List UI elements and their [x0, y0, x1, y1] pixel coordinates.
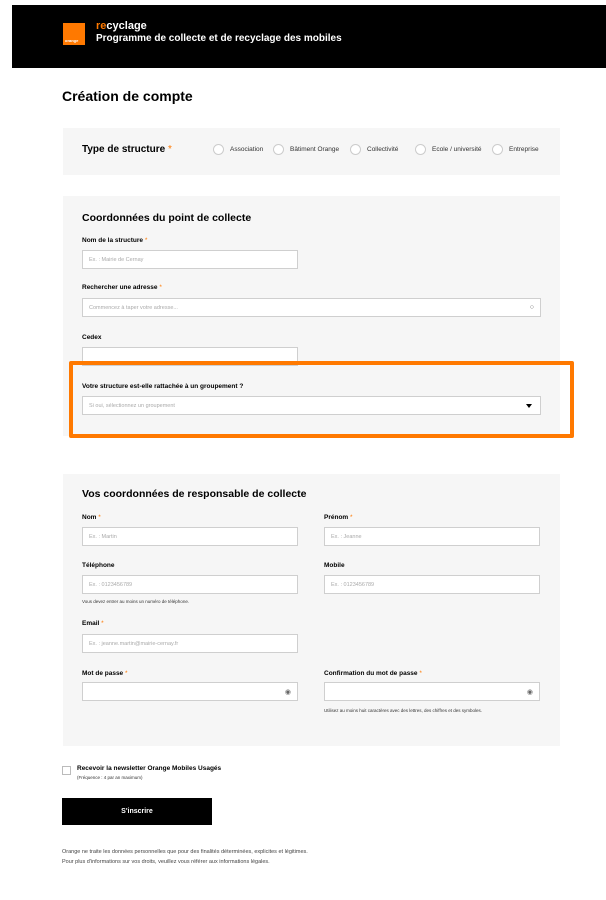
eye-icon[interactable]: ◉	[285, 688, 291, 696]
group-select[interactable]: Si oui, sélectionnez un groupement	[82, 396, 541, 415]
email-input[interactable]: Ex. : jeanne.martin@mairie-cernay.fr	[82, 634, 298, 653]
radio-circle-icon[interactable]	[273, 143, 284, 155]
nom-input[interactable]: Ex. : Martin	[82, 527, 298, 546]
group-label: Votre structure est-elle rattachée à un …	[82, 383, 244, 390]
radio-circle-icon[interactable]	[492, 143, 503, 155]
radio-circle-icon[interactable]	[350, 143, 361, 155]
manager-panel: Vos coordonnées de responsable de collec…	[63, 474, 560, 746]
structure-type-panel: Type de structure * Association Bâtiment…	[63, 128, 560, 175]
radio-entreprise[interactable]: Entreprise	[492, 143, 539, 155]
radio-batiment-orange[interactable]: Bâtiment Orange	[273, 143, 339, 155]
chevron-down-icon	[526, 404, 532, 408]
nom-label: Nom *	[82, 514, 101, 521]
password-note: Utilisez au moins huit caractères avec d…	[324, 708, 482, 713]
radio-circle-icon[interactable]	[213, 143, 224, 155]
radio-association[interactable]: Association	[213, 143, 263, 155]
eye-icon[interactable]: ◉	[527, 688, 533, 696]
app-header: orange recyclage Programme de collecte e…	[12, 5, 606, 68]
brand-subtitle: Programme de collecte et de recyclage de…	[96, 33, 342, 44]
submit-button[interactable]: S'inscrire	[62, 798, 212, 825]
newsletter-label[interactable]: Recevoir la newsletter Orange Mobiles Us…	[77, 765, 221, 772]
prenom-input[interactable]: Ex. : Jeanne	[324, 527, 540, 546]
manager-title: Vos coordonnées de responsable de collec…	[82, 488, 307, 500]
email-label: Email *	[82, 620, 104, 627]
newsletter-frequency: (Fréquence : 4 par an maximum)	[77, 775, 143, 780]
logo-text: orange	[65, 38, 79, 43]
collection-point-panel: Coordonnées du point de collecte Nom de …	[63, 196, 560, 436]
cedex-label: Cedex	[82, 334, 102, 341]
mobile-label: Mobile	[324, 562, 345, 569]
structure-type-label: Type de structure *	[82, 144, 172, 155]
cedex-input[interactable]	[82, 347, 298, 366]
legal-line-1: Orange ne traite les données personnelle…	[62, 849, 308, 855]
brand: recyclage Programme de collecte et de re…	[96, 20, 342, 45]
newsletter-checkbox[interactable]	[62, 766, 71, 775]
structure-name-input[interactable]: Ex. : Mairie de Cernay	[82, 250, 298, 269]
location-icon: ○	[529, 304, 534, 311]
phone-note: Vous devez entrer au moins un numéro de …	[82, 599, 190, 604]
telephone-label: Téléphone	[82, 562, 115, 569]
password-confirm-label: Confirmation du mot de passe *	[324, 670, 422, 677]
collection-point-title: Coordonnées du point de collecte	[82, 212, 252, 224]
radio-circle-icon[interactable]	[415, 143, 426, 155]
orange-logo[interactable]: orange	[63, 23, 85, 45]
telephone-input[interactable]: Ex. : 0123456789	[82, 575, 298, 594]
legal-line-2: Pour plus d'informations sur vos droits,…	[62, 859, 270, 865]
radio-ecole-universite[interactable]: Ecole / université	[415, 143, 482, 155]
address-search-input[interactable]: Commencez à taper votre adresse... ○	[82, 298, 541, 317]
address-label: Rechercher une adresse *	[82, 284, 162, 291]
password-label: Mot de passe *	[82, 670, 128, 677]
structure-name-label: Nom de la structure *	[82, 237, 148, 244]
password-confirm-input[interactable]: ◉	[324, 682, 540, 701]
mobile-input[interactable]: Ex. : 0123456789	[324, 575, 540, 594]
prenom-label: Prénom *	[324, 514, 353, 521]
password-input[interactable]: ◉	[82, 682, 298, 701]
brand-name: recyclage	[96, 20, 147, 32]
radio-collectivite[interactable]: Collectivité	[350, 143, 398, 155]
page-title: Création de compte	[62, 88, 193, 104]
